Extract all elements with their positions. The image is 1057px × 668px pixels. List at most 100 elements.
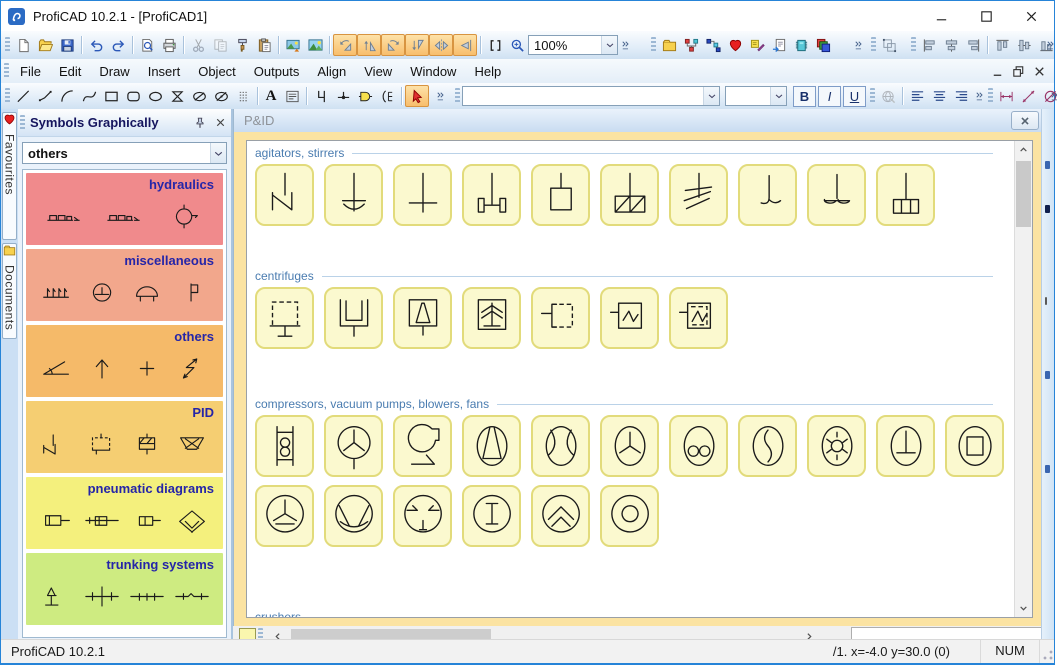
document-canvas[interactable]: agitators, stirrers centrifuges compressor… (246, 140, 1033, 618)
symbol-flag[interactable] (173, 280, 211, 305)
category-trunking-systems[interactable]: trunking systems (26, 553, 223, 625)
symbol-pole[interactable] (38, 584, 76, 609)
align-centers-button[interactable] (940, 34, 962, 56)
font-size-combobox[interactable] (725, 86, 787, 106)
symbol-diamond-filter[interactable] (173, 508, 211, 533)
symbol-small-box[interactable] (128, 508, 166, 533)
sidebar-tab-favourites[interactable]: Favourites (2, 112, 17, 240)
symbol-compressor-ibar[interactable] (462, 485, 521, 547)
text-block-button[interactable] (281, 85, 303, 107)
brace-connector-button[interactable] (376, 85, 398, 107)
hook-connector-button[interactable] (310, 85, 332, 107)
pointer-button[interactable] (405, 85, 429, 107)
symbol-agitator-arc[interactable] (324, 164, 383, 226)
zoom-in-button[interactable] (506, 34, 528, 56)
menu-align[interactable]: Align (308, 61, 355, 82)
symbol-centrifuge-dashed[interactable] (255, 287, 314, 349)
vertical-scroll-thumb[interactable] (1016, 161, 1031, 227)
scroll-up-button[interactable] (1015, 141, 1032, 158)
symbols-graphically-button[interactable] (680, 34, 702, 56)
toolbar-grip[interactable] (455, 88, 460, 104)
category-pid[interactable]: PID (26, 401, 223, 473)
panel-grip[interactable] (20, 114, 25, 131)
category-others[interactable]: others (26, 325, 223, 397)
format-painter-button[interactable] (231, 34, 253, 56)
symbol-centrifuge-open[interactable] (324, 287, 383, 349)
symbol-centrifuge-dashed-line[interactable] (531, 287, 590, 349)
mdi-restore-button[interactable] (1008, 62, 1029, 80)
export-image-button[interactable] (282, 34, 304, 56)
symbol-cylinder[interactable] (38, 508, 76, 533)
symbol-compressor-screw[interactable] (738, 415, 797, 477)
menu-insert[interactable]: Insert (139, 61, 190, 82)
menu-outputs[interactable]: Outputs (245, 61, 309, 82)
sheet-export-button[interactable] (768, 34, 790, 56)
symbol-zigzag-drain[interactable] (38, 432, 76, 457)
chevron-down-icon[interactable] (770, 87, 786, 105)
symbol-fan-propeller-bar[interactable] (255, 485, 314, 547)
close-icon[interactable] (211, 114, 229, 132)
symbol-compressor-box[interactable] (945, 415, 1004, 477)
toolbar-overflow-button[interactable] (434, 86, 446, 106)
toolbar-overflow-button[interactable] (1044, 35, 1056, 55)
new-file-button[interactable] (12, 34, 34, 56)
menu-help[interactable]: Help (465, 61, 510, 82)
symbol-dashed-box[interactable] (83, 432, 121, 457)
font-family-combobox[interactable] (462, 86, 720, 106)
symbol-agitator-box-diag[interactable] (600, 164, 659, 226)
symbols-group-combobox[interactable]: others (22, 142, 227, 164)
mdi-minimize-button[interactable] (987, 62, 1008, 80)
symbol-agitator-zigzag[interactable] (669, 164, 728, 226)
redo-button[interactable] (107, 34, 129, 56)
gate-button[interactable] (354, 85, 376, 107)
toolbar-grip[interactable] (911, 37, 916, 53)
mirror-left-button[interactable] (453, 34, 477, 56)
symbol-gauge-circle[interactable] (166, 204, 204, 229)
category-pneumatic-diagrams[interactable]: pneumatic diagrams (26, 477, 223, 549)
symbol-compressor-ring[interactable] (600, 485, 659, 547)
align-right-edges-button[interactable] (962, 34, 984, 56)
symbol-arrow-up[interactable] (83, 356, 121, 381)
flip-up-button[interactable] (357, 34, 381, 56)
symbol-agitator-propeller[interactable] (807, 164, 866, 226)
translate-globe-button[interactable] (877, 85, 899, 107)
junction-point-button[interactable] (332, 85, 354, 107)
save-button[interactable] (56, 34, 78, 56)
cut-button[interactable] (187, 34, 209, 56)
toolbar-grip[interactable] (988, 88, 993, 104)
selection-brackets-button[interactable] (484, 34, 506, 56)
rectangle-button[interactable] (100, 85, 122, 107)
arc-button[interactable] (56, 85, 78, 107)
folder-button[interactable] (658, 34, 680, 56)
symbol-agitator-box[interactable] (531, 164, 590, 226)
menu-object[interactable]: Object (189, 61, 245, 82)
rounded-rectangle-button[interactable] (122, 85, 144, 107)
document-close-button[interactable] (1011, 111, 1039, 130)
picture-button[interactable] (304, 34, 326, 56)
symbol-agitator-hook[interactable] (738, 164, 797, 226)
symbol-blower[interactable] (393, 415, 452, 477)
symbol-compressor-curves[interactable] (531, 415, 590, 477)
symbol-centrifuge-chevrons[interactable] (462, 287, 521, 349)
menu-window[interactable]: Window (401, 61, 465, 82)
flip-down-button[interactable] (405, 34, 429, 56)
symbol-centrifuge-wave-dashed[interactable] (669, 287, 728, 349)
layers-button[interactable] (812, 34, 834, 56)
toolbar-grip[interactable] (5, 37, 10, 53)
hourglass-button[interactable] (166, 85, 188, 107)
toolbar-overflow-button[interactable] (1048, 86, 1057, 106)
toolbar-grip[interactable] (651, 37, 656, 53)
rotate-left-button[interactable] (333, 34, 357, 56)
polyline-button[interactable] (34, 85, 56, 107)
menu-view[interactable]: View (355, 61, 401, 82)
chevron-down-icon[interactable] (601, 36, 617, 54)
symbol-lightning[interactable] (173, 356, 211, 381)
list-lines-button[interactable] (232, 85, 254, 107)
bold-button[interactable]: B (793, 85, 816, 107)
symbol-earth-circle[interactable] (83, 280, 121, 305)
symbol-agitator-grid[interactable] (876, 164, 935, 226)
menu-file[interactable]: File (11, 61, 50, 82)
symbol-dome[interactable] (128, 280, 166, 305)
category-miscellaneous[interactable]: miscellaneous (26, 249, 223, 321)
text-align-center-button[interactable] (928, 85, 950, 107)
